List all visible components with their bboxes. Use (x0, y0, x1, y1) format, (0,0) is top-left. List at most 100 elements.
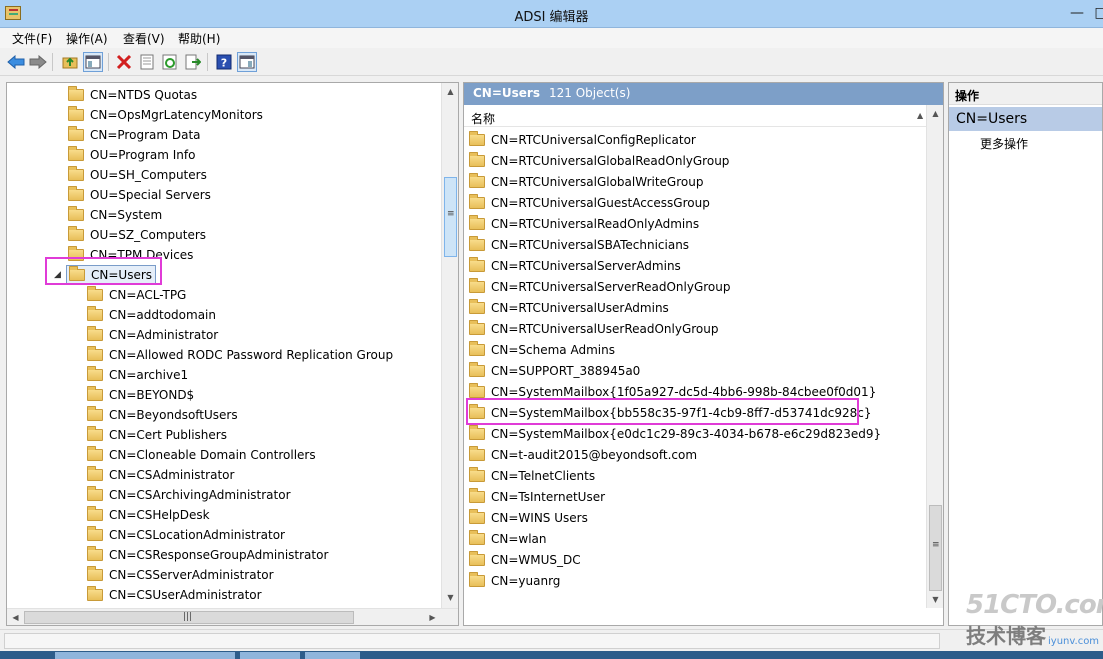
forward-arrow-icon[interactable] (28, 52, 48, 72)
tree-item[interactable]: CN=Allowed RODC Password Replication Gro… (87, 345, 393, 365)
scroll-left-arrow-icon[interactable]: ◀ (7, 609, 24, 625)
minimize-button[interactable]: — (1064, 4, 1090, 24)
tree-item[interactable]: OU=Special Servers (68, 185, 211, 205)
title-bar: ADSI 编辑器 — □ (0, 0, 1103, 28)
taskbar-item-2[interactable] (240, 652, 300, 659)
folder-icon (68, 86, 84, 101)
up-folder-icon[interactable] (60, 52, 80, 72)
tree-item[interactable]: CN=CSHelpDesk (87, 505, 210, 525)
tree-hscroll-thumb[interactable]: ||| (24, 611, 354, 624)
tree-item-label: OU=Program Info (90, 148, 196, 162)
list-item[interactable]: CN=RTCUniversalConfigReplicator (469, 129, 696, 150)
delete-icon[interactable] (114, 52, 134, 72)
tree-item[interactable]: CN=System (68, 205, 162, 225)
status-panel (4, 633, 940, 649)
scroll-right-arrow-icon[interactable]: ▶ (424, 609, 441, 625)
tree-item[interactable]: CN=OpsMgrLatencyMonitors (68, 105, 263, 125)
list-item[interactable]: CN=Schema Admins (469, 339, 615, 360)
list-item[interactable]: CN=TelnetClients (469, 465, 595, 486)
tree-item[interactable]: CN=BeyondsoftUsers (87, 405, 238, 425)
actions-section-header[interactable]: CN=Users (949, 107, 1102, 131)
list-item[interactable]: CN=yuanrg (469, 570, 560, 591)
tree-item[interactable]: OU=Program Info (68, 145, 195, 165)
tree-item[interactable]: OU=SH_Computers (68, 165, 207, 185)
scroll-down-arrow-icon[interactable]: ▼ (442, 589, 458, 606)
tree-item[interactable]: CN=Program Data (68, 125, 201, 145)
tree-item[interactable]: CN=archive1 (87, 365, 188, 385)
list-item-label: CN=yuanrg (491, 573, 561, 588)
list-item[interactable]: CN=RTCUniversalGlobalWriteGroup (469, 171, 703, 192)
tree-item[interactable]: CN=NTDS Quotas (68, 85, 197, 105)
list-item[interactable]: CN=SystemMailbox{e0dc1c29-89c3-4034-b678… (469, 423, 881, 444)
tree-vertical-scrollbar[interactable]: ▲ ≡ ▼ (441, 83, 458, 608)
list-scroll-thumb[interactable]: ≡ (929, 505, 942, 591)
list-item[interactable]: CN=RTCUniversalServerReadOnlyGroup (469, 276, 730, 297)
list-header: CN=Users 121 Object(s) (464, 83, 943, 105)
maximize-button[interactable]: □ (1088, 4, 1103, 24)
tree-item[interactable]: CN=CSResponseGroupAdministrator (87, 545, 328, 565)
properties-icon[interactable] (137, 52, 157, 72)
menu-view[interactable]: 查看(V) (123, 30, 165, 47)
list-item[interactable]: CN=SUPPORT_388945a0 (469, 360, 640, 381)
help-icon[interactable]: ? (214, 52, 234, 72)
menu-action[interactable]: 操作(A) (66, 30, 108, 47)
tree-scroll-thumb[interactable]: ≡ (444, 177, 457, 257)
list-item[interactable]: CN=wlan (469, 528, 547, 549)
list-scroll-down-arrow-icon[interactable]: ▼ (927, 591, 943, 608)
list-item-label: CN=t-audit2015@beyondsoft.com (491, 447, 698, 462)
tree-item[interactable]: CN=CSAdministrator (87, 465, 234, 485)
window-title: ADSI 编辑器 (514, 10, 589, 25)
tree-item-label: CN=ACL-TPG (109, 288, 187, 302)
more-actions-link[interactable]: 更多操作 (980, 135, 1028, 152)
list-item[interactable]: CN=t-audit2015@beyondsoft.com (469, 444, 697, 465)
list-item-label: CN=wlan (491, 531, 547, 546)
tree-horizontal-scrollbar[interactable]: ◀ ||| ▶ (7, 608, 458, 625)
list-item[interactable]: CN=RTCUniversalUserReadOnlyGroup (469, 318, 718, 339)
menu-file[interactable]: 文件(F) (12, 30, 52, 47)
list-item[interactable]: CN=RTCUniversalReadOnlyAdmins (469, 213, 699, 234)
list-item-label: CN=RTCUniversalGuestAccessGroup (491, 195, 710, 210)
tree-item[interactable]: CN=CSUserAdministrator (87, 585, 262, 605)
list-item[interactable]: CN=RTCUniversalSBATechnicians (469, 234, 689, 255)
export-list-icon[interactable] (183, 52, 203, 72)
show-hide-action-pane-icon[interactable] (237, 52, 257, 72)
list-item[interactable]: CN=WINS Users (469, 507, 588, 528)
actions-pane: 操作 CN=Users 更多操作 (948, 82, 1103, 626)
list-vertical-scrollbar[interactable]: ▲ ≡ ▼ (926, 105, 943, 608)
name-column-header[interactable]: 名称 ▲ (464, 107, 926, 127)
tree-item[interactable]: CN=addtodomain (87, 305, 216, 325)
tree-item-label: CN=OpsMgrLatencyMonitors (90, 108, 263, 122)
tree-item[interactable]: CN=CSLocationAdministrator (87, 525, 285, 545)
show-hide-tree-icon[interactable] (83, 52, 103, 72)
taskbar-item-1[interactable] (55, 652, 235, 659)
scroll-up-arrow-icon[interactable]: ▲ (442, 83, 458, 100)
tree-item[interactable]: CN=BEYOND$ (87, 385, 194, 405)
list-item[interactable]: CN=RTCUniversalGuestAccessGroup (469, 192, 710, 213)
tree-item[interactable]: CN=ACL-TPG (87, 285, 186, 305)
list-item[interactable]: CN=RTCUniversalServerAdmins (469, 255, 681, 276)
list-item[interactable]: CN=RTCUniversalGlobalReadOnlyGroup (469, 150, 729, 171)
folder-icon (469, 529, 485, 545)
taskbar-item-3[interactable] (305, 652, 360, 659)
tree-item[interactable]: CN=Cloneable Domain Controllers (87, 445, 316, 465)
tree-item-label: CN=CSLocationAdministrator (109, 528, 285, 542)
menu-help[interactable]: 帮助(H) (178, 30, 220, 47)
list-item[interactable]: CN=WMUS_DC (469, 549, 581, 570)
list-item[interactable]: CN=TsInternetUser (469, 486, 605, 507)
tree-item[interactable]: CN=CSArchivingAdministrator (87, 485, 291, 505)
list-item-label: CN=RTCUniversalServerAdmins (491, 258, 681, 273)
tree-item[interactable]: CN=Cert Publishers (87, 425, 227, 445)
tree-item[interactable]: OU=SZ_Computers (68, 225, 206, 245)
refresh-icon[interactable] (160, 52, 180, 72)
list-item-label: CN=RTCUniversalServerReadOnlyGroup (491, 279, 731, 294)
tree-item[interactable]: CN=CSServerAdministrator (87, 565, 274, 585)
folder-icon (469, 466, 485, 482)
tree-item-label: CN=CSResponseGroupAdministrator (109, 548, 329, 562)
back-arrow-icon[interactable] (6, 52, 26, 72)
tree-item[interactable]: CN=Administrator (87, 325, 218, 345)
folder-icon (469, 508, 485, 524)
list-scroll-up-arrow-icon[interactable]: ▲ (927, 105, 943, 122)
svg-text:?: ? (221, 57, 227, 70)
folder-icon (469, 172, 485, 188)
list-item[interactable]: CN=RTCUniversalUserAdmins (469, 297, 669, 318)
